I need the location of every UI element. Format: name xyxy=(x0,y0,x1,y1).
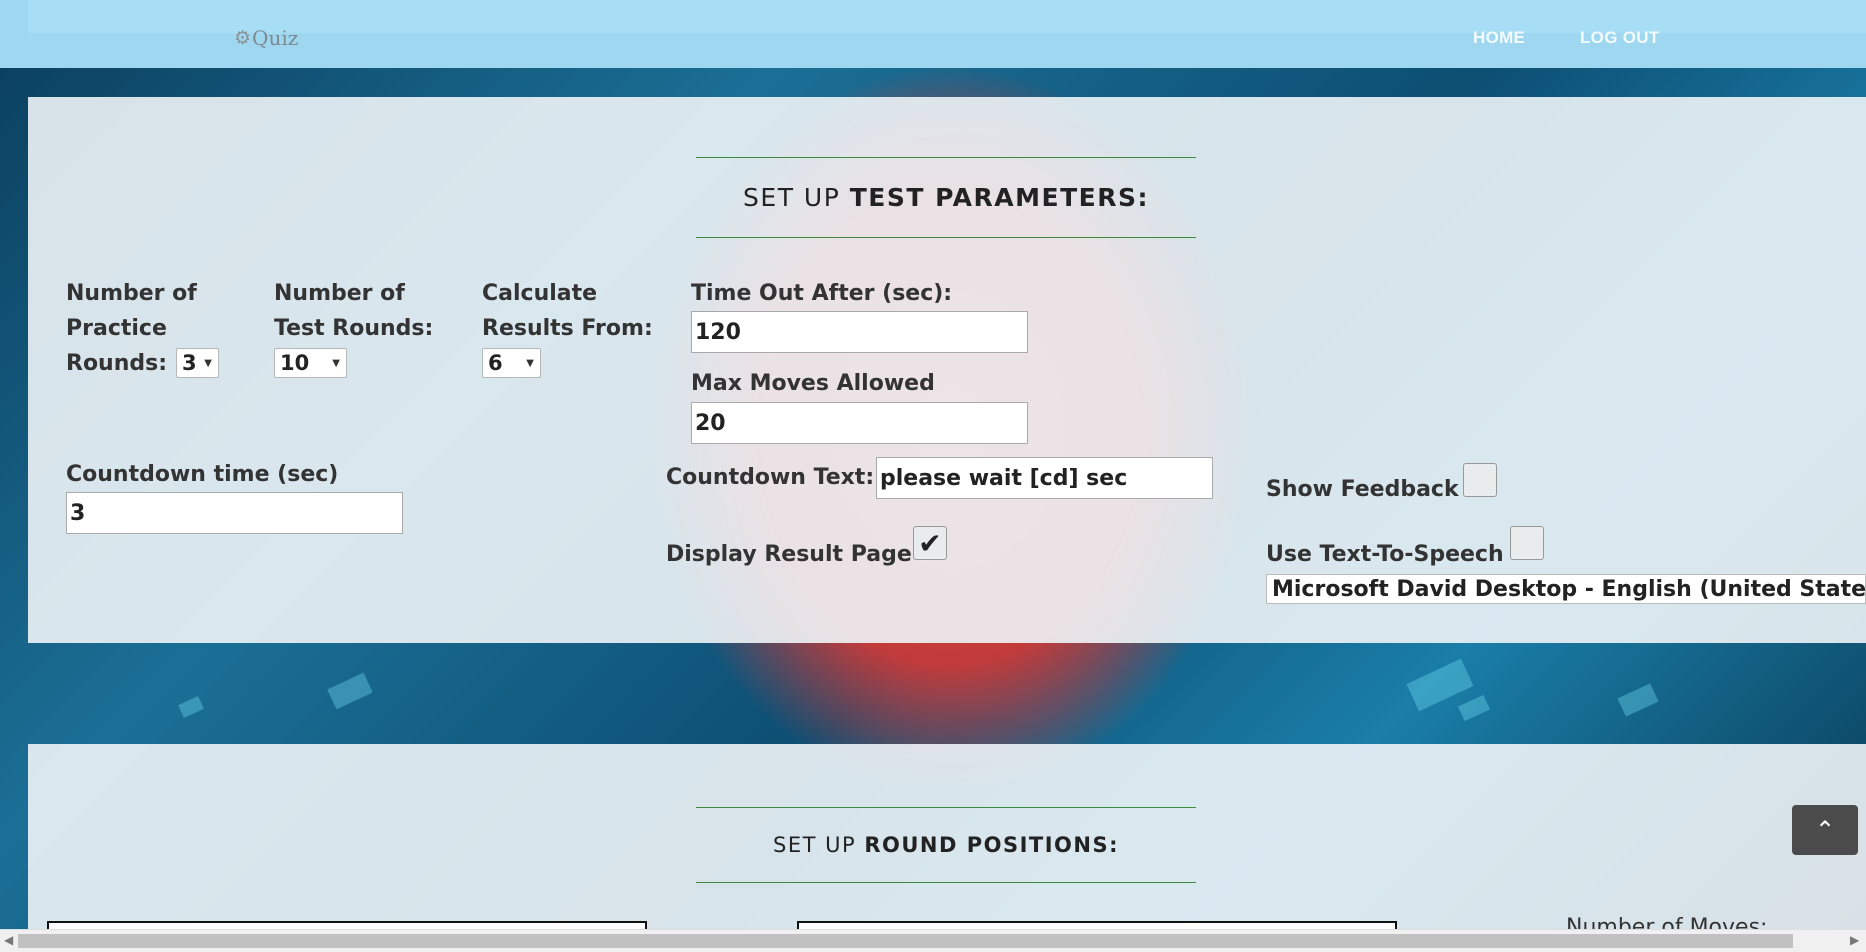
top-navbar: ⚙ Quiz HOME LOG OUT xyxy=(0,0,1866,68)
countdown-text-label: Countdown Text: xyxy=(666,465,875,490)
select-value: 10 xyxy=(280,351,310,375)
display-result-label: Display Result Page xyxy=(666,542,912,567)
show-feedback-label: Show Feedback xyxy=(1266,477,1459,502)
display-result-checkbox[interactable]: ✔ xyxy=(913,526,947,560)
chevron-up-icon: ⌃ xyxy=(1814,816,1836,844)
background-tile xyxy=(178,696,204,718)
dropdown-caret-icon: ▼ xyxy=(332,358,340,369)
label-line: Number of xyxy=(66,281,197,306)
countdown-time-input[interactable]: 3 xyxy=(66,492,403,534)
test-parameters-title: SET UP TEST PARAMETERS: xyxy=(696,183,1196,212)
section-rule-bottom xyxy=(696,237,1196,238)
countdown-time-label: Countdown time (sec) xyxy=(66,462,339,487)
section-rule-top xyxy=(696,157,1196,158)
max-moves-label: Max Moves Allowed xyxy=(691,371,935,396)
test-rounds-label: Number of Test Rounds: xyxy=(274,276,433,346)
background-tile xyxy=(1457,694,1491,722)
label-line: Calculate xyxy=(482,281,598,306)
calculate-results-label: Calculate Results From: xyxy=(482,276,653,346)
label-line: Number of xyxy=(274,281,405,306)
scroll-left-icon[interactable]: ◀ xyxy=(4,933,13,947)
title-bold: TEST PARAMETERS: xyxy=(849,183,1149,212)
checkmark-icon: ✔ xyxy=(918,527,942,559)
text-to-speech-checkbox[interactable] xyxy=(1510,526,1544,560)
scroll-to-top-button[interactable]: ⌃ xyxy=(1792,805,1858,855)
select-value: 6 xyxy=(488,351,503,375)
round-positions-title: SET UP ROUND POSITIONS: xyxy=(696,833,1196,857)
scroll-right-icon[interactable]: ▶ xyxy=(1850,933,1859,947)
practice-rounds-select[interactable]: 3 ▼ xyxy=(176,348,219,378)
title-bold: ROUND POSITIONS: xyxy=(864,833,1119,857)
label-line: Results From: xyxy=(482,316,653,341)
nav-logout-link[interactable]: LOG OUT xyxy=(1580,28,1660,48)
background-tile xyxy=(1617,683,1659,717)
max-moves-input[interactable]: 20 xyxy=(691,402,1028,444)
text-to-speech-label: Use Text-To-Speech xyxy=(1266,542,1504,567)
voice-select[interactable]: Microsoft David Desktop - English (Unite… xyxy=(1266,574,1866,604)
label-line: Practice xyxy=(66,316,167,341)
title-prefix: SET UP xyxy=(773,833,857,857)
nav-home-link[interactable]: HOME xyxy=(1473,28,1525,48)
test-rounds-select[interactable]: 10 ▼ xyxy=(274,348,347,378)
dropdown-caret-icon: ▼ xyxy=(526,358,534,369)
timeout-label: Time Out After (sec): xyxy=(691,281,953,306)
title-prefix: SET UP xyxy=(743,183,841,212)
label-line: Test Rounds: xyxy=(274,316,434,341)
calculate-results-select[interactable]: 6 ▼ xyxy=(482,348,541,378)
gears-icon: ⚙ xyxy=(234,27,252,49)
background-tile xyxy=(327,672,373,710)
dropdown-caret-icon: ▼ xyxy=(204,358,212,369)
brand-text: Quiz xyxy=(252,26,299,50)
select-value: 3 xyxy=(182,351,197,375)
horizontal-scrollbar[interactable]: ◀ ▶ xyxy=(0,929,1866,952)
section-rule-top xyxy=(696,807,1196,808)
timeout-input[interactable]: 120 xyxy=(691,311,1028,353)
countdown-text-input[interactable]: please wait [cd] sec xyxy=(876,457,1213,499)
scrollbar-thumb[interactable] xyxy=(18,934,1793,948)
brand-logo[interactable]: ⚙ Quiz xyxy=(234,24,298,52)
show-feedback-checkbox[interactable] xyxy=(1463,463,1497,497)
section-rule-bottom xyxy=(696,882,1196,883)
